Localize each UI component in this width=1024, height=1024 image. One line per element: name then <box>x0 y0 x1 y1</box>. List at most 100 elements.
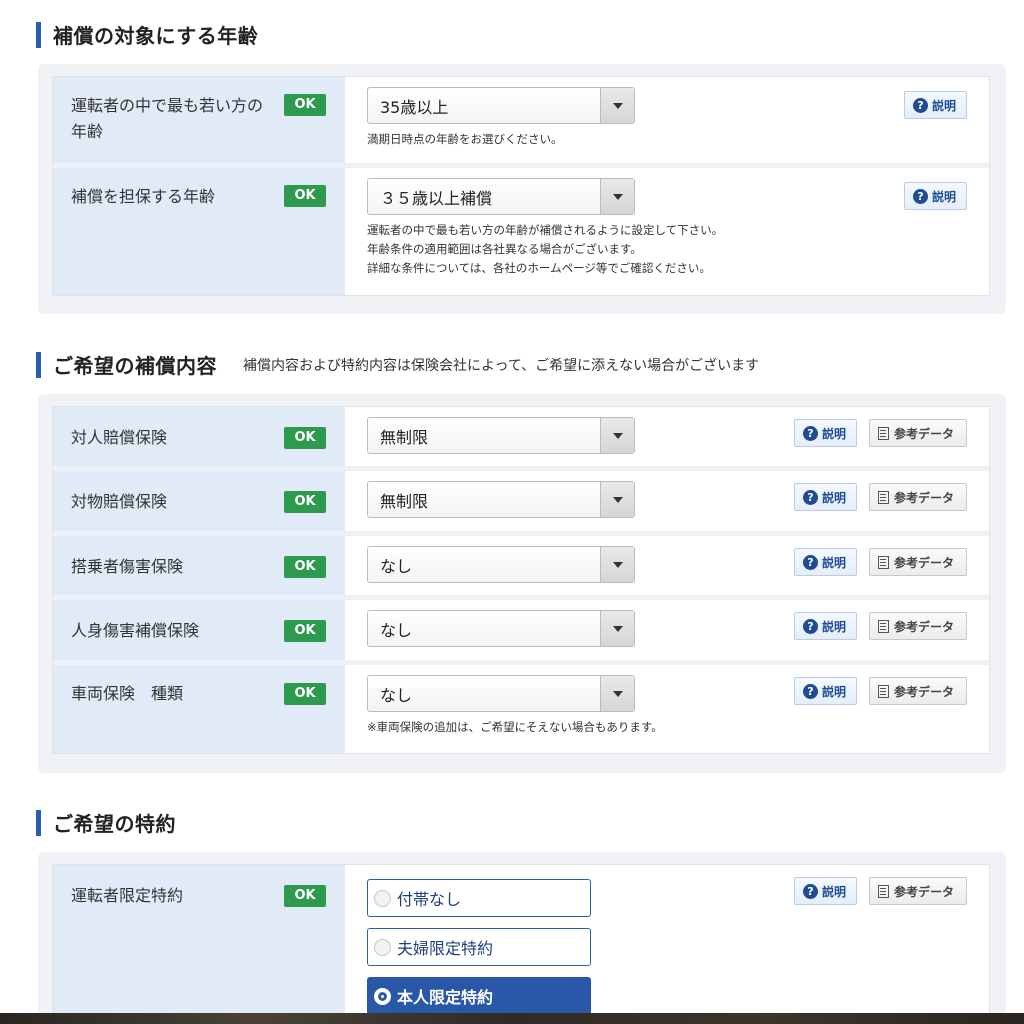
explain-button[interactable]: ? 説明 <box>793 612 857 640</box>
reference-data-button[interactable]: 参考データ <box>868 483 967 511</box>
bodily-injury-select[interactable]: 無制限 <box>367 417 635 454</box>
row-buttons: ? 説明 参考データ <box>793 877 967 905</box>
explain-button[interactable]: ? 説明 <box>793 548 857 576</box>
chevron-down-icon[interactable] <box>600 179 634 214</box>
form-row-passenger-injury: 搭乗者傷害保険 OK なし ? 説明 参考データ <box>53 536 989 600</box>
radio-option-self[interactable]: 本人限定特約 <box>367 977 591 1015</box>
ok-badge: OK <box>284 620 326 642</box>
row-label-cell: 補償を担保する年齢 OK <box>53 168 345 295</box>
explain-button[interactable]: ? 説明 <box>793 483 857 511</box>
special-card: 運転者限定特約 OK 付帯なし 夫婦限定特約 本人限定特約 ? 説明 参考データ <box>52 864 990 1024</box>
form-row-personal-injury: 人身傷害補償保険 OK なし ? 説明 参考データ <box>53 600 989 665</box>
explain-label: 説明 <box>821 684 846 699</box>
row-label: 搭乗者傷害保険 <box>71 557 184 576</box>
ok-badge: OK <box>284 556 326 578</box>
chevron-down-icon[interactable] <box>600 482 634 517</box>
radio-option-couple[interactable]: 夫婦限定特約 <box>367 928 591 966</box>
help-line: 運転者の中で最も若い方の年齢が補償されるように設定して下さい。 <box>367 223 724 237</box>
document-icon <box>877 490 889 504</box>
row-label-cell: 運転者の中で最も若い方の年齢 OK <box>53 77 345 163</box>
coverage-card: 対人賠償保険 OK 無制限 ? 説明 参考データ 対物賠償保険 OK 無制限 ?… <box>52 406 990 754</box>
chevron-down-icon[interactable] <box>600 547 634 582</box>
radio-selected-icon <box>374 987 391 1005</box>
personal-injury-select[interactable]: なし <box>367 610 635 647</box>
passenger-injury-select[interactable]: なし <box>367 546 635 583</box>
section-age-heading: 補償の対象にする年齢 <box>36 20 258 49</box>
reference-label: 参考データ <box>893 884 954 899</box>
row-buttons: ? 説明 参考データ <box>793 677 967 705</box>
heading-accent-bar <box>36 21 41 48</box>
row-label-cell: 人身傷害補償保険 OK <box>53 600 345 660</box>
reference-label: 参考データ <box>893 490 954 505</box>
row-label-cell: 対人賠償保険 OK <box>53 407 345 466</box>
reference-data-button[interactable]: 参考データ <box>868 548 967 576</box>
row-buttons: ? 説明 参考データ <box>793 419 967 447</box>
form-row-driver-limitation: 運転者限定特約 OK 付帯なし 夫婦限定特約 本人限定特約 ? 説明 参考データ <box>53 865 989 1024</box>
explain-button[interactable]: ? 説明 <box>903 91 967 119</box>
radio-label: 夫婦限定特約 <box>397 939 494 958</box>
guaranteed-age-select[interactable]: ３５歳以上補償 <box>367 178 635 215</box>
youngest-driver-age-select[interactable]: 35歳以上 <box>367 87 635 124</box>
form-row-guaranteed-age: 補償を担保する年齢 OK ３５歳以上補償 運転者の中で最も若い方の年齢が補償され… <box>53 168 989 295</box>
ok-badge: OK <box>284 491 326 513</box>
reference-data-button[interactable]: 参考データ <box>868 877 967 905</box>
radio-label: 本人限定特約 <box>397 988 494 1007</box>
heading-accent-bar <box>36 809 41 836</box>
reference-data-button[interactable]: 参考データ <box>868 612 967 640</box>
heading-accent-bar <box>36 351 41 378</box>
ok-badge: OK <box>284 683 326 705</box>
help-text: 運転者の中で最も若い方の年齢が補償されるように設定して下さい。 年齢条件の適用範… <box>367 221 989 278</box>
document-icon <box>877 884 889 898</box>
row-buttons: ? 説明 参考データ <box>793 483 967 511</box>
form-row-bodily-injury: 対人賠償保険 OK 無制限 ? 説明 参考データ <box>53 407 989 471</box>
row-label: 人身傷害補償保険 <box>71 621 200 640</box>
row-buttons: ? 説明 <box>903 182 967 210</box>
document-icon <box>877 619 889 633</box>
explain-button[interactable]: ? 説明 <box>793 677 857 705</box>
section-title: ご希望の補償内容 <box>53 354 217 378</box>
row-buttons: ? 説明 参考データ <box>793 612 967 640</box>
row-label-cell: 車両保険 種類 OK <box>53 665 345 753</box>
explain-label: 説明 <box>821 426 846 441</box>
explain-label: 説明 <box>821 555 846 570</box>
explain-button[interactable]: ? 説明 <box>793 877 857 905</box>
section-title: ご希望の特約 <box>53 812 176 836</box>
section-special-heading: ご希望の特約 <box>36 808 176 837</box>
row-buttons: ? 説明 参考データ <box>793 548 967 576</box>
question-circle-icon: ? <box>802 683 818 699</box>
explain-button[interactable]: ? 説明 <box>793 419 857 447</box>
chevron-down-icon[interactable] <box>600 676 634 711</box>
chevron-down-icon[interactable] <box>600 418 634 453</box>
ok-badge: OK <box>284 94 326 116</box>
help-text: 満期日時点の年齢をお選びください。 <box>367 132 563 146</box>
age-panel: 運転者の中で最も若い方の年齢 OK 35歳以上 満期日時点の年齢をお選びください… <box>38 64 1006 314</box>
row-label: 運転者限定特約 <box>71 886 184 905</box>
reference-label: 参考データ <box>893 619 954 634</box>
radio-option-none[interactable]: 付帯なし <box>367 879 591 917</box>
radio-circle-icon <box>374 889 391 907</box>
select-value: なし <box>380 556 413 576</box>
explain-label: 説明 <box>931 98 956 113</box>
radio-circle-icon <box>374 938 391 956</box>
radio-label: 付帯なし <box>397 890 462 909</box>
reference-data-button[interactable]: 参考データ <box>868 677 967 705</box>
reference-data-button[interactable]: 参考データ <box>868 419 967 447</box>
question-circle-icon: ? <box>802 618 818 634</box>
select-value: 35歳以上 <box>380 97 449 117</box>
row-content-cell: 付帯なし 夫婦限定特約 本人限定特約 ? 説明 参考データ <box>345 865 989 1024</box>
chevron-down-icon[interactable] <box>600 611 634 646</box>
select-value: なし <box>380 620 413 640</box>
explain-label: 説明 <box>821 884 846 899</box>
chevron-down-icon[interactable] <box>600 88 634 123</box>
row-content-cell: ３５歳以上補償 運転者の中で最も若い方の年齢が補償されるように設定して下さい。 … <box>345 168 989 295</box>
row-content-cell: なし ? 説明 参考データ <box>345 536 989 595</box>
vehicle-insurance-type-select[interactable]: なし <box>367 675 635 712</box>
property-damage-select[interactable]: 無制限 <box>367 481 635 518</box>
row-label: 運転者の中で最も若い方の年齢 <box>71 96 264 141</box>
select-value: 無制限 <box>380 491 429 511</box>
explain-button[interactable]: ? 説明 <box>903 182 967 210</box>
row-label: 補償を担保する年齢 <box>71 187 216 206</box>
help-line: 詳細な条件については、各社のホームページ等でご確認ください。 <box>367 261 711 275</box>
row-label-cell: 対物賠償保険 OK <box>53 471 345 531</box>
ok-badge: OK <box>284 427 326 449</box>
